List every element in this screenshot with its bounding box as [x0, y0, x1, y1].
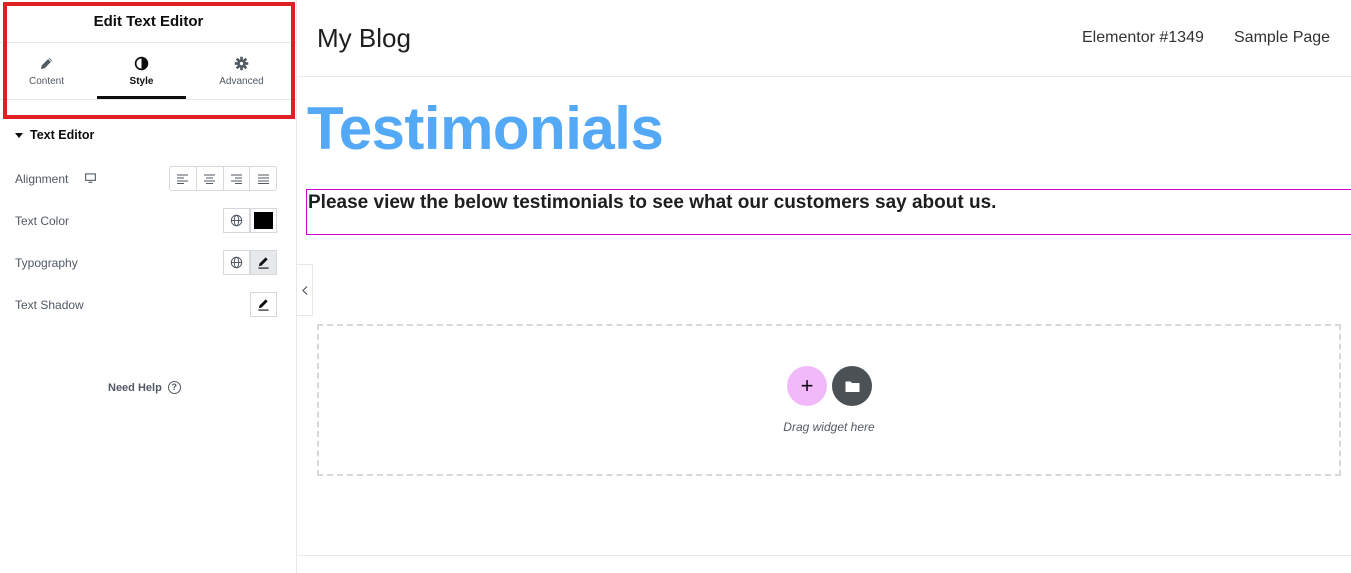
folder-icon — [845, 381, 859, 392]
panel-title: Edit Text Editor — [93, 12, 204, 30]
chevron-left-icon — [301, 285, 307, 295]
help-circle-icon: ? — [167, 381, 181, 394]
tab-advanced[interactable]: Advanced — [197, 44, 286, 99]
need-help-label: Need Help — [108, 381, 162, 394]
plus-icon: + — [800, 373, 814, 398]
add-section-button[interactable]: + — [787, 366, 827, 406]
edit-typography-button[interactable] — [250, 250, 277, 275]
nav-link-sample-page[interactable]: Sample Page — [1234, 29, 1330, 47]
globe-icon — [230, 256, 243, 269]
panel-tabs: Content Style Advanced — [0, 44, 297, 100]
text-shadow-label: Text Shadow — [15, 298, 84, 312]
desktop-icon[interactable] — [85, 173, 96, 184]
align-center-button[interactable] — [197, 167, 224, 190]
testimonials-heading[interactable]: Testimonials — [307, 94, 664, 164]
typography-label: Typography — [15, 256, 78, 270]
section-toggle-text-editor[interactable]: Text Editor — [15, 128, 94, 142]
pencil-icon — [258, 257, 269, 269]
footer-divider — [298, 555, 1351, 556]
add-template-button[interactable] — [832, 366, 872, 406]
text-color-label: Text Color — [15, 214, 70, 228]
site-title-link[interactable]: My Blog — [317, 23, 411, 54]
panel-header: Edit Text Editor — [0, 0, 297, 43]
intro-paragraph: Please view the below testimonials to se… — [308, 192, 997, 213]
align-justify-button[interactable] — [250, 167, 276, 190]
global-typography-button[interactable] — [223, 250, 250, 275]
tab-style[interactable]: Style — [97, 44, 186, 99]
tab-content-label: Content — [28, 76, 65, 87]
caret-down-icon — [15, 132, 23, 138]
need-help-link[interactable]: Need Help ? — [108, 381, 181, 394]
drag-widget-hint: Drag widget here — [783, 420, 875, 434]
edit-text-shadow-button[interactable] — [250, 292, 277, 317]
tab-advanced-label: Advanced — [219, 76, 264, 87]
gear-icon — [234, 56, 249, 71]
editor-panel: Edit Text Editor Content Style Advanced … — [0, 0, 297, 573]
align-justify-icon — [257, 174, 269, 184]
align-right-button[interactable] — [224, 167, 251, 190]
nav-link-elementor-1349[interactable]: Elementor #1349 — [1082, 29, 1204, 47]
collapse-panel-button[interactable] — [297, 264, 313, 316]
contrast-icon — [134, 56, 149, 71]
globe-icon — [230, 214, 243, 227]
drop-zone[interactable] — [317, 324, 1341, 476]
align-right-icon — [230, 174, 242, 184]
tab-content[interactable]: Content — [2, 44, 91, 99]
align-left-button[interactable] — [170, 167, 197, 190]
color-fill — [254, 212, 273, 229]
alignment-label: Alignment — [15, 172, 69, 186]
tab-style-label: Style — [129, 76, 154, 87]
section-title: Text Editor — [30, 128, 95, 142]
align-left-icon — [177, 174, 189, 184]
text-color-swatch[interactable] — [250, 208, 277, 233]
pencil-icon — [258, 299, 269, 311]
text-editor-widget[interactable]: Please view the below testimonials to se… — [306, 189, 1351, 235]
alignment-button-group — [169, 166, 277, 191]
global-colors-button[interactable] — [223, 208, 250, 233]
pencil-icon — [40, 57, 53, 70]
align-center-icon — [204, 174, 216, 184]
site-header: My Blog Elementor #1349 Sample Page — [298, 0, 1351, 77]
